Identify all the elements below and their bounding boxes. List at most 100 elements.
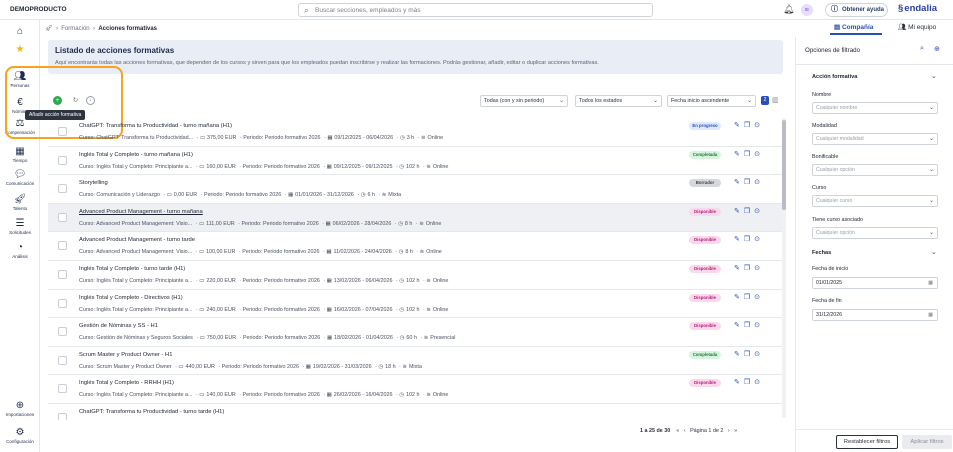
row-checkbox[interactable]	[58, 298, 67, 308]
row-title[interactable]: Inglés Total y Completo - turno tarde (H…	[79, 266, 185, 272]
row-checkbox[interactable]	[58, 413, 67, 420]
sidebar-item-favorites[interactable]: ★	[0, 44, 40, 55]
duplicate-icon[interactable]: ❐	[744, 294, 750, 301]
duplicate-icon[interactable]: ❐	[744, 265, 750, 272]
sidebar-item-comunicacion[interactable]: 💬︎ Comunicación	[0, 169, 40, 186]
next-page-icon[interactable]: ›	[728, 428, 730, 434]
edit-icon[interactable]: ✎	[734, 122, 740, 129]
more-icon[interactable]: ⊙	[754, 236, 760, 243]
assoc-field[interactable]: Cualquier opción ⌄	[812, 227, 938, 239]
duplicate-icon[interactable]: ❐	[744, 179, 750, 186]
modality-field[interactable]: Cualquier modalidad ⌄	[812, 133, 938, 145]
more-icon[interactable]: ⊙	[754, 179, 760, 186]
chevron-up-icon[interactable]: ⌄	[931, 72, 937, 80]
row-title[interactable]: Scrum Master y Product Owner - H1	[79, 352, 172, 358]
edit-icon[interactable]: ✎	[734, 351, 740, 358]
sidebar-item-solicitudes[interactable]: ☰ Solicitudes	[0, 218, 40, 235]
edit-icon[interactable]: ✎	[734, 179, 740, 186]
duplicate-icon[interactable]: ❐	[744, 379, 750, 386]
help-button[interactable]: ⓘ Obtener ayuda	[825, 3, 888, 17]
name-field[interactable]: Cualquier nombre ⌄	[812, 102, 938, 114]
columns-icon[interactable]: ▥	[772, 96, 779, 104]
search-input[interactable]	[315, 5, 645, 15]
more-icon[interactable]: ⊙	[754, 379, 760, 386]
edit-icon[interactable]: ✎	[734, 151, 740, 158]
row-checkbox[interactable]	[58, 155, 67, 165]
more-icon[interactable]: ⊙	[754, 122, 760, 129]
reset-filters-button[interactable]: Restablecer filtros	[836, 435, 898, 449]
tab-my-team[interactable]: 👥︎ Mi equipo	[898, 23, 936, 31]
row-title[interactable]: ChatGPT: Transforma tu Productividad - t…	[79, 409, 224, 415]
more-icon[interactable]: ⊙	[754, 322, 760, 329]
edit-icon[interactable]: ✎	[734, 265, 740, 272]
start-date-field[interactable]: 01/01/2025 ▦	[812, 277, 938, 289]
more-icon[interactable]: ⊙	[754, 265, 760, 272]
avatar[interactable]: IE	[801, 4, 813, 16]
row-title[interactable]: ChatGPT: Transforma tu Productividad - t…	[79, 123, 232, 129]
table-row[interactable]: Scrum Master y Product Owner - H1 Curso: …	[48, 347, 783, 376]
search-icon[interactable]: ⌕	[920, 45, 924, 53]
edit-icon[interactable]: ✎	[734, 294, 740, 301]
duplicate-icon[interactable]: ❐	[744, 208, 750, 215]
row-checkbox[interactable]	[58, 184, 67, 194]
sidebar-item-home[interactable]: ⌂	[0, 26, 40, 37]
row-checkbox[interactable]	[58, 270, 67, 279]
row-title[interactable]: Inglés Total y Completo - Directivos (H1…	[79, 295, 183, 301]
table-row[interactable]: Advanced Product Management - turno tard…	[48, 232, 783, 261]
duplicate-icon[interactable]: ❐	[744, 351, 750, 358]
chevron-up-icon[interactable]: ⌄	[931, 248, 937, 256]
row-checkbox[interactable]	[58, 241, 67, 251]
sidebar-item-tiempo[interactable]: ▦ Tiempo	[0, 146, 40, 163]
table-row[interactable]: Advanced Product Management - turno maña…	[48, 203, 783, 233]
edit-icon[interactable]: ✎	[734, 379, 740, 386]
sidebar-item-importaciones[interactable]: ⊕ Importaciones	[0, 400, 40, 417]
endalia-logo[interactable]: §endalia	[898, 3, 937, 14]
edit-icon[interactable]: ✎	[734, 236, 740, 243]
duplicate-icon[interactable]: ❐	[744, 122, 750, 129]
sidebar-item-analisis[interactable]: ◔ Análisis	[0, 242, 40, 259]
more-icon[interactable]: ⊙	[754, 151, 760, 158]
duplicate-icon[interactable]: ❐	[744, 236, 750, 243]
company-name[interactable]: DEMOPRODUCTO	[10, 6, 67, 13]
table-row[interactable]: Storytelling Curso: Comunicación y Lidera…	[48, 175, 783, 204]
row-checkbox[interactable]	[58, 355, 67, 365]
apply-filters-button[interactable]: Aplicar filtros	[902, 435, 952, 449]
more-icon[interactable]: ⊙	[754, 208, 760, 215]
row-checkbox[interactable]	[58, 127, 67, 136]
prev-page-icon[interactable]: ‹	[684, 428, 686, 434]
row-title[interactable]: Advanced Product Management - turno maña…	[79, 209, 203, 215]
row-title[interactable]: Storytelling	[79, 180, 108, 186]
sort-select[interactable]: Fecha inicio ascendente ⌄	[667, 95, 756, 107]
duplicate-icon[interactable]: ❐	[744, 322, 750, 329]
table-row[interactable]: Inglés Total y Completo - turno tarde (H…	[48, 261, 783, 290]
row-title[interactable]: Advanced Product Management - turno tard…	[79, 237, 195, 243]
sidebar-item-talento[interactable]: 🚀︎ Talento	[0, 194, 40, 211]
course-field[interactable]: Cualquier curso ⌄	[812, 195, 938, 207]
row-title[interactable]: Inglés Total y Completo - RRHH (H1)	[79, 380, 174, 386]
bonus-field[interactable]: Cualquier opción ⌄	[812, 164, 938, 176]
more-icon[interactable]: ⊙	[754, 351, 760, 358]
table-row[interactable]: Gestión de Nóminas y SS - H1 Curso: Gesti…	[48, 318, 783, 347]
global-search[interactable]: ⌕	[298, 3, 653, 17]
sidebar-item-configuracion[interactable]: ⚙ Configuración	[0, 427, 40, 444]
row-checkbox[interactable]	[58, 327, 67, 337]
section-fechas[interactable]: Fechas	[812, 250, 831, 256]
duplicate-icon[interactable]: ❐	[744, 151, 750, 158]
row-title[interactable]: Gestión de Nóminas y SS - H1	[79, 323, 158, 329]
row-title[interactable]: Inglés Total y Completo - turno mañana (…	[79, 152, 193, 158]
table-row[interactable]: Inglés Total y Completo - Directivos (H1…	[48, 290, 783, 319]
row-checkbox[interactable]	[58, 212, 67, 222]
section-accion-formativa[interactable]: Acción formativa	[812, 74, 857, 80]
bell-icon[interactable]: 🔔︎	[783, 4, 794, 15]
first-page-icon[interactable]: «	[676, 428, 679, 434]
table-row[interactable]: Inglés Total y Completo - turno mañana (…	[48, 147, 783, 176]
filter-count-badge[interactable]: 2	[761, 96, 769, 105]
table-row[interactable]: ChatGPT: Transforma tu Productividad - t…	[48, 118, 783, 147]
last-page-icon[interactable]: »	[734, 428, 737, 434]
status-select[interactable]: Todos los estados ⌄	[575, 95, 662, 107]
scrollbar-thumb[interactable]	[782, 120, 786, 210]
table-row[interactable]: ChatGPT: Transforma tu Productividad - t…	[48, 404, 783, 420]
row-checkbox[interactable]	[58, 384, 67, 394]
edit-icon[interactable]: ✎	[734, 208, 740, 215]
end-date-field[interactable]: 31/12/2026 ▦	[812, 309, 938, 321]
